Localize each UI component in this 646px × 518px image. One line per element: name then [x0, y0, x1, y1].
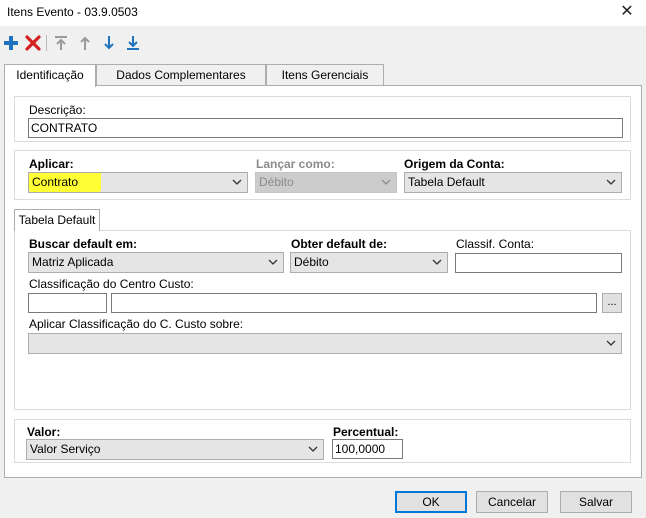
centro-custo-lookup-button[interactable]: ... — [602, 293, 622, 313]
cancel-button[interactable]: Cancelar — [476, 491, 548, 513]
valor-group: Valor: Valor Serviço Percentual: 100,000… — [14, 419, 631, 463]
percentual-label: Percentual: — [333, 425, 399, 439]
centro-custo-description-input[interactable] — [111, 293, 597, 313]
move-to-top-icon — [55, 36, 67, 50]
chevron-down-icon — [606, 179, 616, 185]
chevron-down-icon — [381, 179, 391, 185]
move-to-bottom-button[interactable] — [124, 34, 142, 52]
obter-default-label: Obter default de: — [291, 237, 388, 251]
move-to-top-button[interactable] — [52, 34, 70, 52]
classif-centro-custo-label: Classificação do Centro Custo: — [29, 277, 194, 291]
save-button[interactable]: Salvar — [560, 491, 632, 513]
aplicar-classif-label: Aplicar Classificação do C. Custo sobre: — [29, 317, 244, 331]
aplicar-label: Aplicar: — [29, 157, 74, 171]
origem-conta-select[interactable]: Tabela Default — [404, 172, 622, 193]
close-icon: ✕ — [620, 3, 634, 20]
toolbar — [0, 26, 646, 62]
aplicar-group: Aplicar: Contrato Lançar como: Débito Or… — [14, 150, 631, 200]
title-bar: Itens Evento - 03.9.0503 ✕ — [0, 0, 646, 26]
aplicar-value: Contrato — [32, 175, 79, 189]
identificacao-panel: Descrição: CONTRATO Aplicar: Contrato La… — [4, 85, 642, 478]
delete-x-icon — [25, 35, 41, 51]
add-button[interactable] — [2, 34, 20, 52]
chevron-down-icon — [606, 340, 616, 346]
ok-button[interactable]: OK — [395, 491, 467, 513]
descricao-label: Descrição: — [29, 103, 86, 117]
centro-custo-code-input[interactable] — [28, 293, 107, 313]
toolbar-separator — [46, 35, 47, 51]
valor-label: Valor: — [27, 425, 61, 439]
lancar-como-select: Débito — [255, 172, 397, 193]
delete-button[interactable] — [24, 34, 42, 52]
percentual-input[interactable]: 100,0000 — [332, 439, 403, 459]
descricao-input[interactable]: CONTRATO — [28, 118, 623, 138]
plus-icon — [4, 36, 18, 50]
origem-conta-label: Origem da Conta: — [404, 157, 505, 171]
tab-identificacao[interactable]: Identificação — [4, 64, 96, 87]
chevron-down-icon — [308, 446, 318, 452]
valor-select[interactable]: Valor Serviço — [26, 439, 324, 460]
window-title: Itens Evento - 03.9.0503 — [7, 5, 138, 19]
origem-conta-value: Tabela Default — [408, 175, 485, 189]
arrow-down-icon — [104, 36, 114, 50]
chevron-down-icon — [268, 259, 278, 265]
descricao-group: Descrição: CONTRATO — [14, 96, 631, 142]
buscar-default-label: Buscar default em: — [29, 237, 138, 251]
move-up-button[interactable] — [76, 34, 94, 52]
chevron-down-icon — [232, 179, 242, 185]
tab-itens-gerenciais[interactable]: Itens Gerenciais — [266, 64, 384, 86]
lancar-como-value: Débito — [259, 175, 294, 189]
move-to-bottom-icon — [127, 36, 139, 50]
lancar-como-label: Lançar como: — [256, 157, 335, 171]
aplicar-classif-select[interactable] — [28, 333, 622, 354]
aplicar-select[interactable]: Contrato — [28, 172, 248, 193]
obter-default-value: Débito — [294, 255, 329, 269]
chevron-down-icon — [432, 259, 442, 265]
buscar-default-select[interactable]: Matriz Aplicada — [28, 252, 284, 273]
buscar-default-value: Matriz Aplicada — [32, 255, 114, 269]
valor-value: Valor Serviço — [30, 442, 101, 456]
close-button[interactable]: ✕ — [614, 2, 640, 24]
classif-conta-input[interactable] — [455, 253, 622, 273]
classif-conta-label: Classif. Conta: — [456, 237, 535, 251]
tab-tabela-default[interactable]: Tabela Default — [14, 209, 100, 231]
obter-default-select[interactable]: Débito — [290, 252, 448, 273]
tabela-default-panel: Buscar default em: Matriz Aplicada Obter… — [14, 230, 631, 410]
move-down-button[interactable] — [100, 34, 118, 52]
arrow-up-icon — [80, 36, 90, 50]
tab-dados-complementares[interactable]: Dados Complementares — [96, 64, 266, 86]
